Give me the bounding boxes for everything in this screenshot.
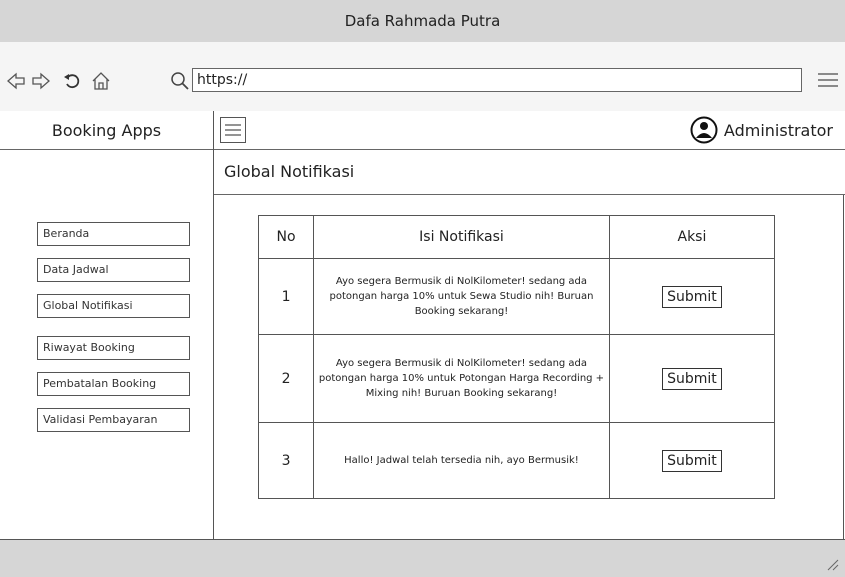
submit-button[interactable]: Submit xyxy=(662,449,722,472)
table-row: 2 Ayo segera Bermusik di NolKilometer! s… xyxy=(257,334,776,423)
sidebar: Booking Apps Beranda Data Jadwal Global … xyxy=(0,111,214,539)
browser-menu-icon[interactable] xyxy=(817,71,839,89)
submit-button[interactable]: Submit xyxy=(662,367,722,390)
user-icon xyxy=(690,116,718,144)
notification-table: No Isi Notifikasi Aksi 1 Ayo segera Berm… xyxy=(257,215,776,499)
table-row: 1 Ayo segera Bermusik di NolKilometer! s… xyxy=(257,258,776,335)
table-header-row: No Isi Notifikasi Aksi xyxy=(257,215,776,259)
sidebar-item-beranda[interactable]: Beranda xyxy=(37,222,190,246)
row-number: 3 xyxy=(257,422,315,499)
row-number: 2 xyxy=(257,334,315,423)
window-titlebar: Dafa Rahmada Putra xyxy=(0,0,845,43)
user-menu[interactable]: Administrator xyxy=(690,116,833,144)
page-title-bar: Global Notifikasi xyxy=(214,150,845,195)
sidebar-item-riwayat-booking[interactable]: Riwayat Booking xyxy=(37,336,190,360)
resize-grip-icon[interactable] xyxy=(825,557,839,571)
action-cell: Submit xyxy=(608,258,776,335)
sidebar-item-validasi-pembayaran[interactable]: Validasi Pembayaran xyxy=(37,408,190,432)
window-title: Dafa Rahmada Putra xyxy=(344,12,501,30)
row-number: 1 xyxy=(257,258,315,335)
url-input[interactable]: https:// xyxy=(192,68,802,92)
search-icon[interactable] xyxy=(170,71,190,91)
table-row: 3 Hallo! Jadwal telah tersedia nih, ayo … xyxy=(257,422,776,499)
notification-message: Ayo segera Bermusik di NolKilometer! sed… xyxy=(313,334,610,423)
hamburger-icon xyxy=(225,124,241,136)
action-cell: Submit xyxy=(608,334,776,423)
forward-arrow-icon[interactable] xyxy=(31,71,51,91)
app-name-label: Booking Apps xyxy=(51,120,162,140)
notification-message: Ayo segera Bermusik di NolKilometer! sed… xyxy=(313,258,610,335)
url-text: https:// xyxy=(197,72,248,88)
home-icon[interactable] xyxy=(91,71,111,91)
action-cell: Submit xyxy=(608,422,776,499)
column-header-no: No xyxy=(257,215,315,259)
user-role-label: Administrator xyxy=(723,120,833,140)
status-bar xyxy=(0,539,845,577)
column-header-isi-notifikasi: Isi Notifikasi xyxy=(313,215,610,259)
sidebar-app-name: Booking Apps xyxy=(0,111,213,150)
notification-message: Hallo! Jadwal telah tersedia nih, ayo Be… xyxy=(313,422,610,499)
sidebar-item-pembatalan-booking[interactable]: Pembatalan Booking xyxy=(37,372,190,396)
submit-button[interactable]: Submit xyxy=(662,285,722,308)
browser-address-bar: https:// xyxy=(0,42,845,112)
sidebar-item-global-notifikasi[interactable]: Global Notifikasi xyxy=(37,294,190,318)
main-header: Administrator xyxy=(214,111,845,150)
page-title: Global Notifikasi xyxy=(224,162,355,181)
sidebar-item-data-jadwal[interactable]: Data Jadwal xyxy=(37,258,190,282)
reload-icon[interactable] xyxy=(62,71,82,91)
hamburger-menu-button[interactable] xyxy=(220,117,246,143)
back-arrow-icon[interactable] xyxy=(6,71,26,91)
column-header-aksi: Aksi xyxy=(608,215,776,259)
